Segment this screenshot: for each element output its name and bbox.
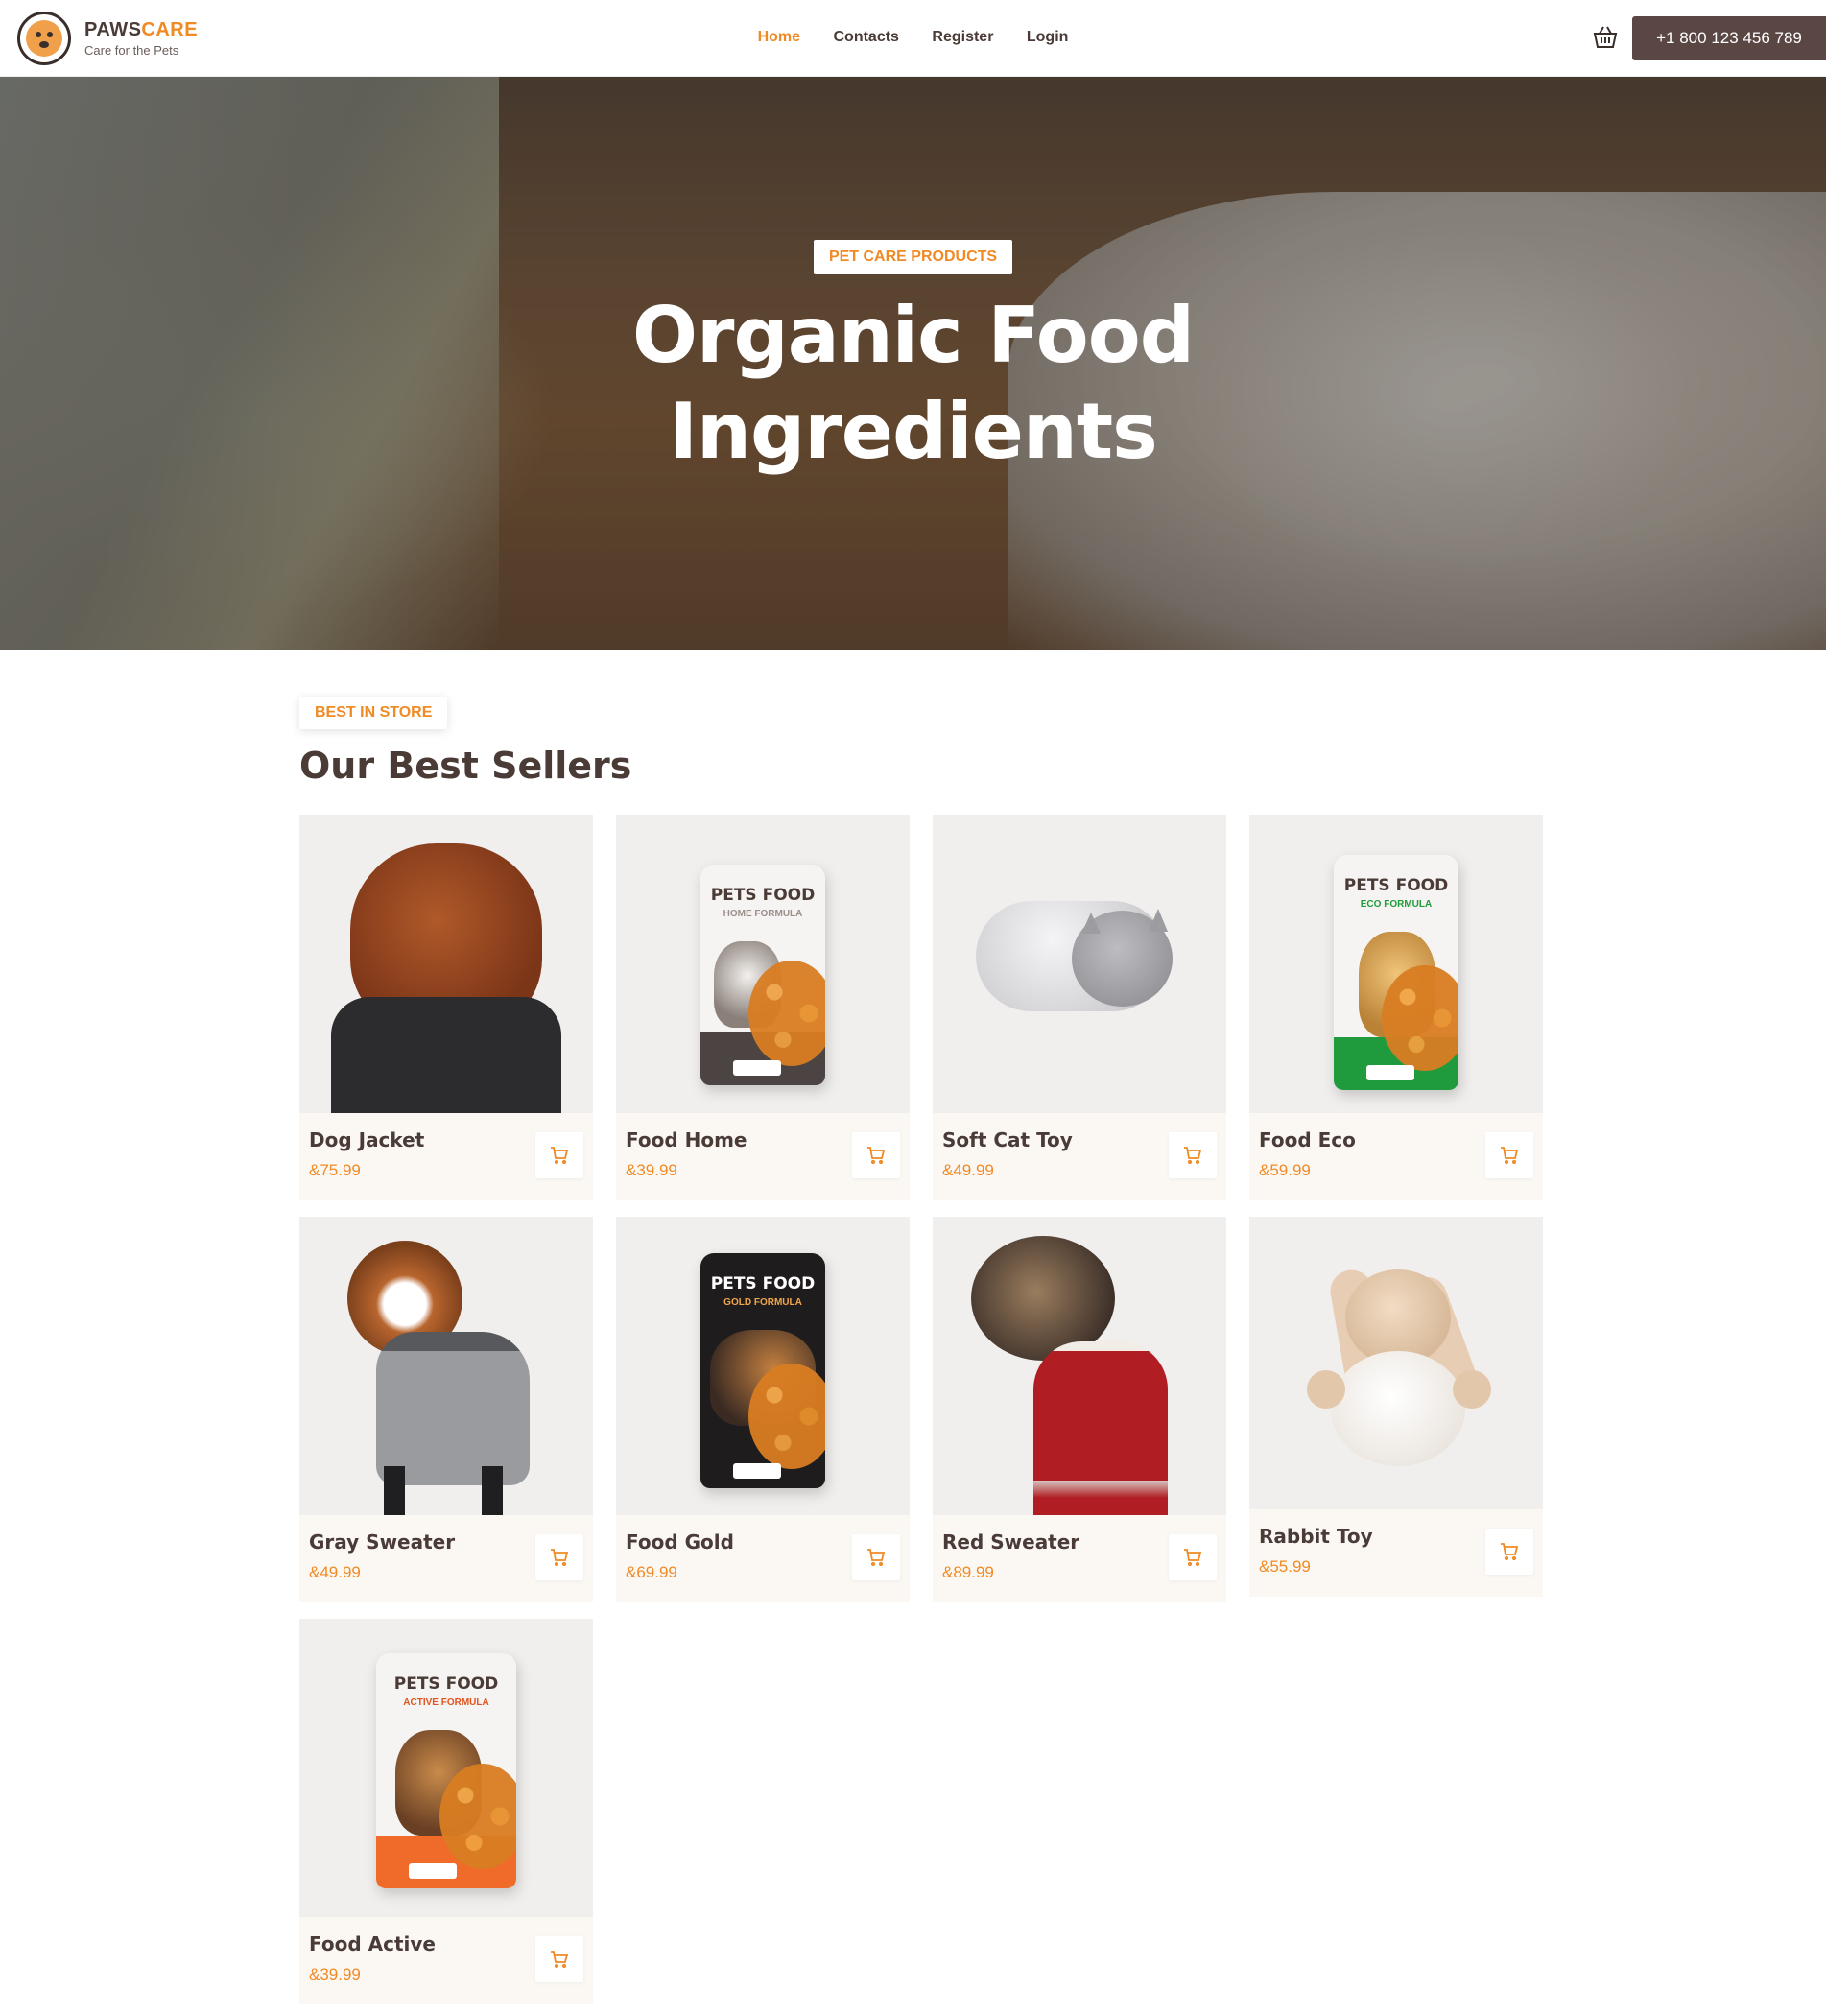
cart-icon: [1501, 1147, 1519, 1164]
product-image: [299, 815, 593, 1113]
nav-home[interactable]: Home: [758, 29, 800, 46]
cart-icon: [1184, 1549, 1202, 1566]
nav-contacts[interactable]: Contacts: [833, 29, 898, 46]
add-to-cart-button[interactable]: [1169, 1534, 1217, 1580]
add-to-cart-button[interactable]: [535, 1132, 583, 1178]
product-card-food-eco[interactable]: PETS FOOD ECO FORMULA Food Eco &59.99: [1249, 815, 1543, 1200]
product-card-dog-jacket[interactable]: Dog Jacket &75.99: [299, 815, 593, 1200]
add-to-cart-button[interactable]: [1485, 1529, 1533, 1575]
product-image: PETS FOOD ECO FORMULA: [1249, 815, 1543, 1113]
nav-register[interactable]: Register: [932, 29, 993, 46]
product-image: [933, 1217, 1226, 1515]
add-to-cart-button[interactable]: [852, 1534, 900, 1580]
main-nav: Home Contacts Register Login: [0, 29, 1826, 46]
product-image: [1249, 1217, 1543, 1509]
product-card-gray-sweater[interactable]: Gray Sweater &49.99: [299, 1217, 593, 1602]
product-card-red-sweater[interactable]: Red Sweater &89.99: [933, 1217, 1226, 1602]
product-card-rabbit-toy[interactable]: Rabbit Toy &55.99: [1249, 1217, 1543, 1597]
product-image: PETS FOOD GOLD FORMULA: [616, 1217, 910, 1515]
site-header: PAWSCARE Care for the Pets Home Contacts…: [0, 0, 1826, 77]
cart-icon: [867, 1147, 886, 1164]
nav-login[interactable]: Login: [1027, 29, 1069, 46]
cart-icon: [551, 1951, 569, 1968]
product-image: PETS FOOD ACTIVE FORMULA: [299, 1619, 593, 1917]
cart-icon: [1501, 1543, 1519, 1560]
section-badge: BEST IN STORE: [299, 697, 448, 729]
product-image: PETS FOOD HOME FORMULA: [616, 815, 910, 1113]
hero-title: Organic Food Ingredients: [632, 291, 1195, 476]
add-to-cart-button[interactable]: [1485, 1132, 1533, 1178]
product-image: [299, 1217, 593, 1515]
add-to-cart-button[interactable]: [1169, 1132, 1217, 1178]
product-card-food-active[interactable]: PETS FOOD ACTIVE FORMULA Food Active &39…: [299, 1619, 593, 2004]
cart-icon: [551, 1549, 569, 1566]
cart-icon: [1184, 1147, 1202, 1164]
hero-badge: PET CARE PRODUCTS: [813, 240, 1013, 274]
cart-icon: [867, 1549, 886, 1566]
product-card-food-home[interactable]: PETS FOOD HOME FORMULA Food Home &39.99: [616, 815, 910, 1200]
cart-icon: [551, 1147, 569, 1164]
add-to-cart-button[interactable]: [535, 1534, 583, 1580]
product-card-soft-cat-toy[interactable]: Soft Cat Toy &49.99: [933, 815, 1226, 1200]
hero-banner: PET CARE PRODUCTS Organic Food Ingredien…: [0, 77, 1826, 650]
basket-icon[interactable]: [1591, 23, 1620, 52]
phone-button[interactable]: +1 800 123 456 789: [1632, 16, 1826, 60]
product-card-food-gold[interactable]: PETS FOOD GOLD FORMULA Food Gold &69.99: [616, 1217, 910, 1602]
add-to-cart-button[interactable]: [535, 1936, 583, 1982]
section-title: Our Best Sellers: [299, 745, 632, 787]
add-to-cart-button[interactable]: [852, 1132, 900, 1178]
product-image: [933, 815, 1226, 1113]
